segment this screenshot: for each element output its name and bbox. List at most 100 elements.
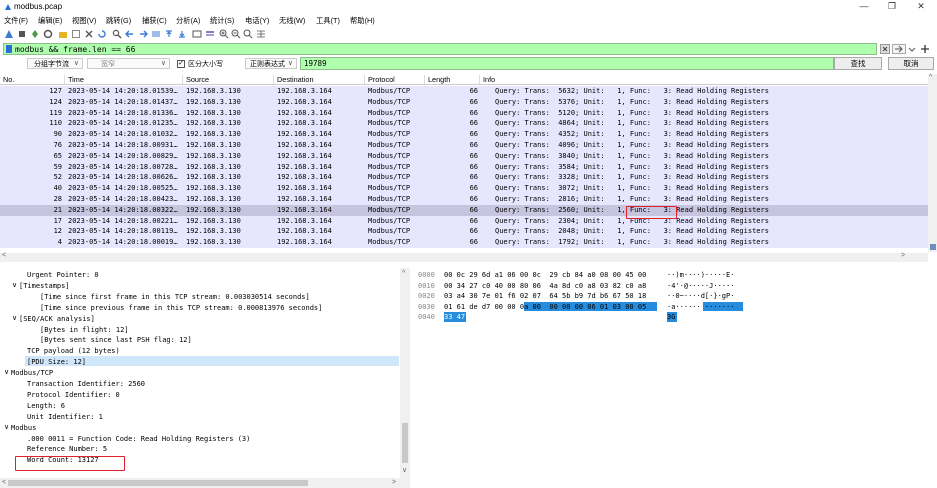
menu-telephony[interactable]: 电话(Y): [245, 16, 269, 26]
capture-options-icon[interactable]: [43, 29, 53, 39]
packet-row[interactable]: 90 2023-05-14 14:20:18.01032… 192.168.3.13…: [0, 129, 928, 140]
auto-scroll-icon[interactable]: [192, 29, 202, 39]
display-filter-input[interactable]: modbus && frame.len == 66: [3, 43, 877, 55]
go-to-packet-icon[interactable]: [151, 29, 161, 39]
packet-row[interactable]: 65 2023-05-14 14:20:18.00829… 192.168.3.13…: [0, 150, 928, 162]
find-packet-icon[interactable]: [112, 29, 122, 39]
go-forward-icon[interactable]: [138, 29, 148, 39]
column-header-source[interactable]: Source: [186, 75, 209, 84]
column-header-no[interactable]: No.: [3, 75, 14, 84]
ascii-dump-line[interactable]: ·4'·@·····J·····: [667, 281, 734, 292]
scroll-left-icon[interactable]: <: [2, 479, 6, 486]
scroll-right-icon[interactable]: >: [901, 252, 905, 259]
tree-expander-icon[interactable]: ∨: [4, 368, 9, 378]
detail-tree-item[interactable]: [PDU Size: 12]: [27, 357, 86, 367]
save-file-icon[interactable]: [71, 29, 81, 39]
close-button[interactable]: ✕: [914, 1, 928, 12]
column-header-destination[interactable]: Destination: [277, 75, 314, 84]
packet-row[interactable]: 127 2023-05-14 14:20:18.01539… 192.168.3.1…: [0, 86, 928, 97]
detail-tree-item[interactable]: [Bytes in flight: 12]: [40, 325, 129, 335]
maximize-button[interactable]: ❐: [885, 1, 899, 12]
go-back-icon[interactable]: [125, 29, 135, 39]
bookmark-icon[interactable]: [6, 45, 12, 53]
find-input[interactable]: 19789: [300, 57, 834, 70]
column-header-info[interactable]: Info: [483, 75, 495, 84]
detail-tree-item[interactable]: [SEQ/ACK analysis]: [19, 314, 95, 324]
colorize-icon[interactable]: [205, 29, 215, 39]
go-first-icon[interactable]: [164, 29, 174, 39]
menu-edit[interactable]: 编辑(E): [38, 16, 62, 26]
detail-tree-item[interactable]: Modbus/TCP: [11, 368, 53, 378]
menu-file[interactable]: 文件(F): [4, 16, 28, 26]
packet-row[interactable]: 59 2023-05-14 14:20:18.00728… 192.168.3.13…: [0, 161, 928, 173]
column-header-length[interactable]: Length: [428, 75, 450, 84]
menu-analyze[interactable]: 分析(A): [176, 16, 200, 26]
go-last-icon[interactable]: [177, 29, 187, 39]
detail-tree-item[interactable]: [Timestamps]: [19, 281, 70, 291]
packet-row[interactable]: 40 2023-05-14 14:20:18.00525… 192.168.3.13…: [0, 183, 928, 194]
zoom-reset-icon[interactable]: [243, 29, 253, 39]
packet-row[interactable]: 119 2023-05-14 14:20:18.01336… 192.168.3.1…: [0, 107, 928, 119]
zoom-in-icon[interactable]: [219, 29, 229, 39]
tree-expander-icon[interactable]: ∨: [12, 281, 17, 291]
detail-tree-item[interactable]: Length: 6: [27, 401, 65, 411]
detail-tree-item[interactable]: Urgent Pointer: 0: [27, 270, 99, 280]
packet-row[interactable]: 21 2023-05-14 14:20:18.00322… 192.168.3.13…: [0, 204, 928, 216]
reload-file-icon[interactable]: [97, 29, 107, 39]
scroll-left-icon[interactable]: <: [2, 252, 6, 259]
tree-expander-icon[interactable]: ∨: [12, 314, 17, 324]
open-file-icon[interactable]: [58, 29, 68, 39]
hex-dump-line[interactable]: 01 61 de d7 00 00 0a 00 00 00 00 06 01 0…: [444, 302, 646, 313]
menu-tools[interactable]: 工具(T): [316, 16, 340, 26]
details-horizontal-scrollbar[interactable]: < >: [0, 478, 410, 488]
ascii-dump-line[interactable]: ··0~····d[·}·gP·: [667, 291, 734, 302]
case-sensitive-checkbox[interactable]: ✓: [177, 60, 185, 68]
filter-history-dropdown-icon[interactable]: [908, 44, 916, 54]
hex-dump-line[interactable]: 00 34 27 c0 40 00 80 06 4a 8d c0 a8 03 8…: [444, 281, 646, 292]
hex-dump-line[interactable]: 00 0c 29 6d a1 06 00 0c 29 cb 84 a0 08 0…: [444, 270, 646, 281]
detail-tree-item[interactable]: Modbus: [11, 423, 36, 433]
scroll-thumb[interactable]: [8, 480, 308, 486]
ascii-dump-line[interactable]: ·a······ ·······: [667, 302, 734, 313]
menu-wireless[interactable]: 无线(W): [279, 16, 305, 26]
charset-select[interactable]: 宽窄 ∨: [87, 58, 170, 69]
details-vertical-scrollbar[interactable]: ^ ∨: [400, 268, 410, 478]
scroll-up-icon[interactable]: ^: [402, 270, 405, 277]
detail-tree-item[interactable]: .000 0011 = Function Code: Read Holding …: [27, 434, 250, 444]
scroll-thumb[interactable]: [402, 423, 408, 463]
packet-list-horizontal-scrollbar[interactable]: < >: [0, 252, 928, 262]
menu-help[interactable]: 帮助(H): [350, 16, 375, 26]
detail-tree-item[interactable]: Transaction Identifier: 2560: [27, 379, 145, 389]
menu-go[interactable]: 跳转(G): [106, 16, 131, 26]
shark-fin-start-icon[interactable]: [4, 29, 14, 39]
menu-view[interactable]: 视图(V): [72, 16, 96, 26]
detail-tree-item[interactable]: Reference Number: 5: [27, 444, 107, 454]
packet-list-vertical-scrollbar[interactable]: ^: [928, 74, 937, 252]
detail-tree-item[interactable]: TCP payload (12 bytes): [27, 346, 120, 356]
menu-capture[interactable]: 捕获(C): [142, 16, 167, 26]
column-header-protocol[interactable]: Protocol: [368, 75, 395, 84]
detail-tree-item[interactable]: [Time since previous frame in this TCP s…: [40, 303, 322, 313]
resize-columns-icon[interactable]: [256, 29, 266, 39]
detail-tree-item[interactable]: [Time since first frame in this TCP stre…: [40, 292, 310, 302]
search-scope-select[interactable]: 分组字节流 ∨: [27, 58, 83, 69]
close-file-icon[interactable]: [84, 29, 94, 39]
column-header-time[interactable]: Time: [68, 75, 84, 84]
tree-expander-icon[interactable]: ∨: [4, 423, 9, 433]
scroll-right-icon[interactable]: >: [392, 479, 396, 486]
hex-dump-line[interactable]: 03 a4 30 7e 01 f6 02 07 64 5b b9 7d b6 6…: [444, 291, 646, 302]
detail-tree-item[interactable]: Protocol Identifier: 0: [27, 390, 120, 400]
detail-tree-item[interactable]: Unit Identifier: 1: [27, 412, 103, 422]
add-filter-button-icon[interactable]: [920, 44, 930, 54]
clear-filter-icon[interactable]: [880, 44, 890, 54]
packet-row[interactable]: 76 2023-05-14 14:20:18.00931… 192.168.3.13…: [0, 140, 928, 151]
packet-row[interactable]: 52 2023-05-14 14:20:18.00626… 192.168.3.13…: [0, 172, 928, 184]
packet-row[interactable]: 17 2023-05-14 14:20:18.00221… 192.168.3.13…: [0, 215, 928, 227]
minimize-button[interactable]: —: [857, 1, 871, 11]
find-button[interactable]: 查找: [834, 57, 882, 70]
packet-row[interactable]: 110 2023-05-14 14:20:18.01235… 192.168.3.1…: [0, 118, 928, 130]
apply-filter-icon[interactable]: [892, 44, 906, 54]
scroll-down-icon[interactable]: ∨: [402, 466, 407, 474]
restart-capture-icon[interactable]: [30, 29, 40, 39]
menu-statistics[interactable]: 统计(S): [210, 16, 234, 26]
